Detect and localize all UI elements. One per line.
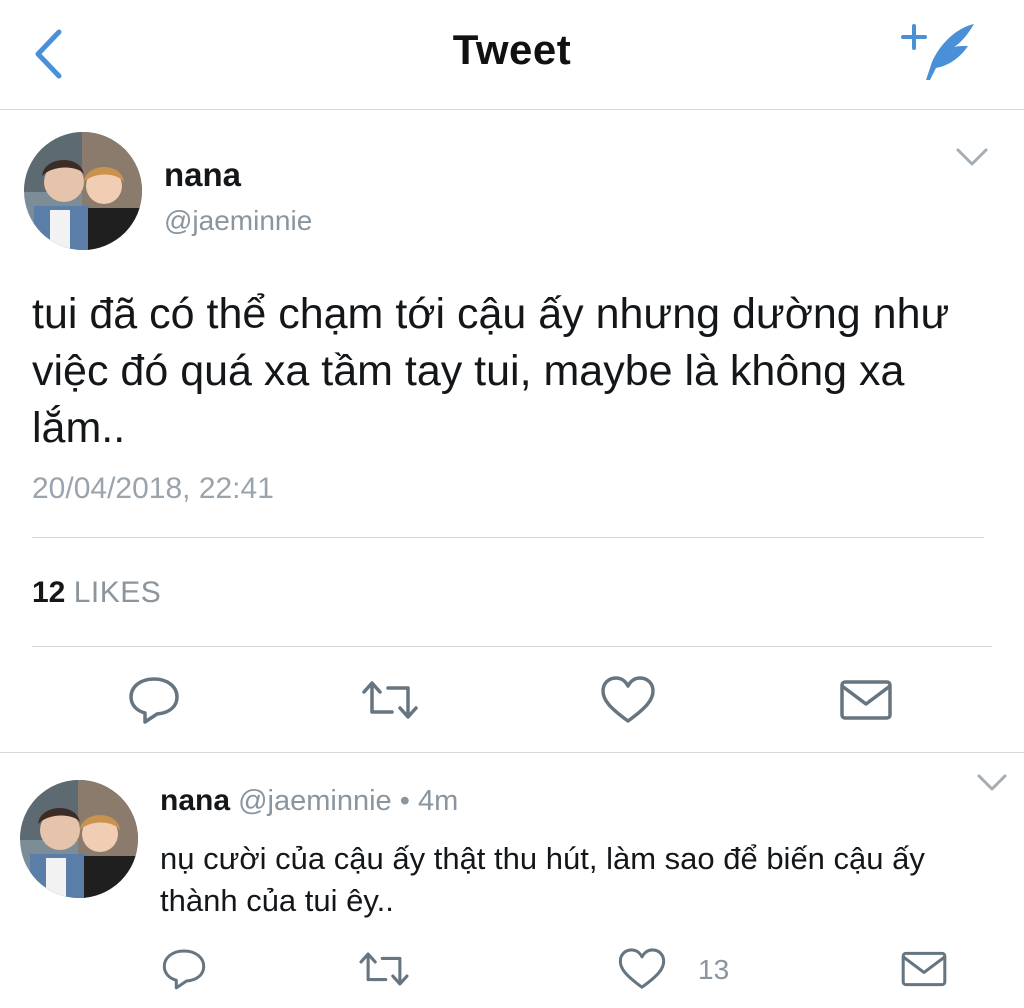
- direct-message-button[interactable]: [898, 946, 950, 992]
- avatar[interactable]: [24, 132, 142, 250]
- retweet-button[interactable]: [356, 674, 424, 726]
- author-name[interactable]: nana: [160, 784, 230, 817]
- tweet-detail-screen: Tweet nana @jaeminnie tui đã có thể chạm…: [0, 0, 1024, 1008]
- navigation-header: Tweet: [0, 0, 1024, 110]
- tweet-text: tui đã có thể chạm tới cậu ấy nhưng dườn…: [32, 290, 950, 452]
- tweet-text: nụ cười của cậu ấy thật thu hút, làm sao…: [160, 841, 925, 918]
- reply-button[interactable]: [160, 946, 208, 992]
- separator-dot: •: [399, 785, 410, 817]
- likes-label: LIKES: [73, 576, 162, 609]
- tweet-relative-time: 4m: [417, 785, 459, 817]
- reply-icon: [162, 949, 206, 990]
- divider: [32, 537, 984, 538]
- reply-header: nana @jaeminnie • 4m: [160, 784, 458, 818]
- compose-feather-icon: [901, 24, 974, 80]
- like-icon: [601, 676, 655, 723]
- divider: [32, 646, 992, 647]
- divider: [0, 752, 1024, 753]
- retweet-icon: [359, 952, 409, 986]
- likes-count: 12: [32, 576, 66, 609]
- tweet-timestamp: 20/04/2018, 22:41: [32, 472, 274, 505]
- like-button[interactable]: [616, 946, 668, 992]
- tweet-options-button[interactable]: [950, 140, 994, 174]
- like-count: 13: [698, 954, 730, 985]
- retweet-icon: [362, 681, 418, 719]
- tweet-options-button[interactable]: [972, 768, 1012, 798]
- reply-icon: [129, 677, 179, 724]
- like-icon: [618, 948, 666, 989]
- author-handle[interactable]: @jaeminnie: [238, 785, 392, 817]
- like-button[interactable]: [598, 674, 658, 726]
- compose-tweet-button[interactable]: [896, 18, 986, 90]
- retweet-button[interactable]: [354, 946, 414, 992]
- direct-message-button[interactable]: [836, 674, 896, 726]
- author-name[interactable]: nana: [164, 156, 241, 194]
- page-title: Tweet: [452, 26, 572, 73]
- likes-summary[interactable]: 12 LIKES: [32, 576, 161, 610]
- profile-photo-icon: [24, 132, 142, 250]
- direct-message-icon: [901, 951, 947, 987]
- chevron-down-icon: [956, 148, 988, 166]
- author-handle[interactable]: @jaeminnie: [164, 205, 312, 237]
- chevron-down-icon: [977, 774, 1007, 791]
- direct-message-icon: [840, 680, 892, 720]
- avatar[interactable]: [20, 780, 138, 898]
- reply-button[interactable]: [126, 674, 182, 726]
- profile-photo-icon: [20, 780, 138, 898]
